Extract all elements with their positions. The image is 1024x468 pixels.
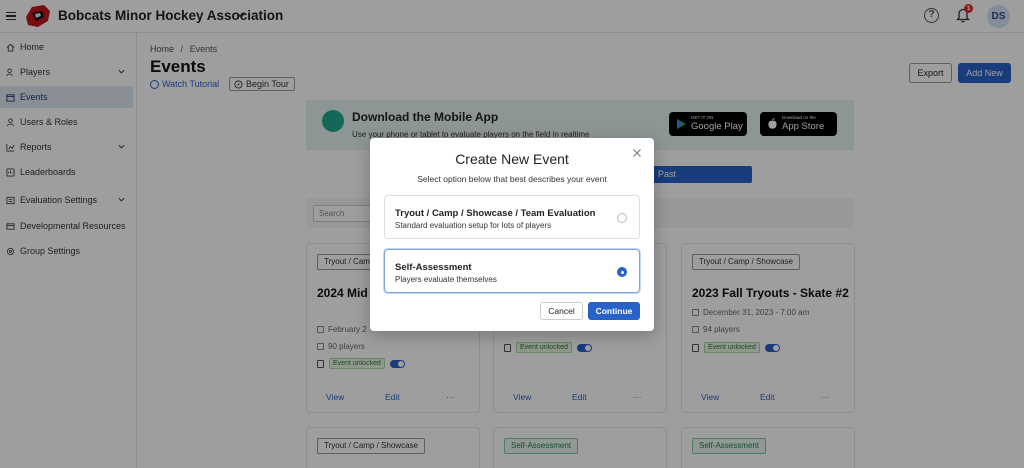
create-event-modal: Create New Event Select option below tha…: [370, 138, 654, 331]
option-description: Standard evaluation setup for lots of pl…: [395, 221, 552, 230]
continue-button[interactable]: Continue: [588, 302, 640, 320]
option-tryout-camp-showcase[interactable]: Tryout / Camp / Showcase / Team Evaluati…: [384, 195, 640, 239]
option-self-assessment[interactable]: Self-Assessment Players evaluate themsel…: [384, 249, 640, 293]
modal-title: Create New Event: [455, 151, 569, 167]
modal-subtitle: Select option below that best describes …: [417, 174, 607, 184]
cancel-button[interactable]: Cancel: [540, 302, 583, 320]
radio-button-selected[interactable]: [617, 267, 627, 277]
option-title: Self-Assessment: [395, 262, 472, 273]
option-description: Players evaluate themselves: [395, 275, 497, 284]
radio-button[interactable]: [617, 213, 627, 223]
option-title: Tryout / Camp / Showcase / Team Evaluati…: [395, 208, 596, 219]
